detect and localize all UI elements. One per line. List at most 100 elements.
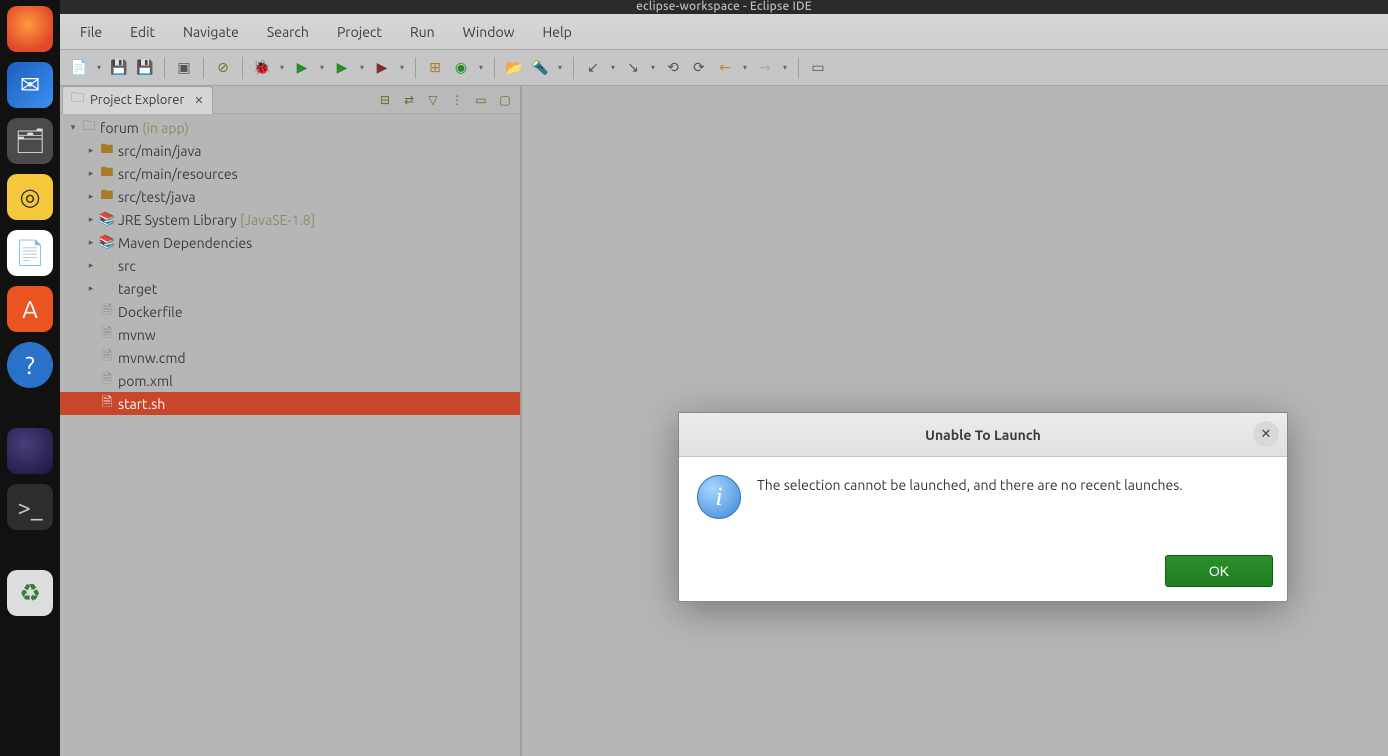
tree-item-label: pom.xml [116,373,173,389]
tree-item-src-test-java[interactable]: ▸ 🖿 src/test/java [60,185,520,208]
dock-trash[interactable]: ♻ [7,570,53,616]
chevron-right-icon[interactable]: ▸ [84,214,98,225]
file-icon: 🗎 [98,301,116,323]
menu-project[interactable]: Project [327,20,392,44]
search-type-dropdown[interactable]: ▾ [555,63,565,72]
menu-window[interactable]: Window [453,20,525,44]
project-explorer-icon: 🗀 [71,89,84,111]
tree-item-src[interactable]: ▸ 🗀 src [60,254,520,277]
tree-root-forum[interactable]: ▾ 🗀 forum (in app) [60,116,520,139]
run-dropdown[interactable]: ▾ [317,63,327,72]
menu-edit[interactable]: Edit [120,20,165,44]
dock-terminal[interactable]: >_ [7,484,53,530]
dock-eclipse[interactable] [7,428,53,474]
perspective-icon[interactable]: ▭ [807,57,829,79]
nav-fwd-dropdown[interactable]: ▾ [780,63,790,72]
nav-fwd-icon[interactable]: → [754,57,776,79]
tree-item-start-sh[interactable]: 🗎 start.sh [60,392,520,415]
last-edit-icon[interactable]: ↙ [582,57,604,79]
coverage-dropdown[interactable]: ▾ [357,63,367,72]
folder-icon: 🗀 [98,255,116,277]
open-type-icon[interactable]: 📂 [503,57,525,79]
view-toolbar: ⊟ ⇄ ▽ ⋮ ▭ ▢ [376,91,520,109]
back-edit-icon[interactable]: ⟲ [662,57,684,79]
dock-firefox[interactable] [7,6,53,52]
tree-item-label: src/main/resources [116,166,238,182]
tree-item-label: mvnw.cmd [116,350,186,366]
tree-item-jre[interactable]: ▸ 📚 JRE System Library [JavaSE-1.8] [60,208,520,231]
new-class-dropdown[interactable]: ▾ [476,63,486,72]
view-menu-icon[interactable]: ⋮ [448,91,466,109]
tree-item-label: start.sh [116,396,165,412]
debug-icon[interactable]: 🐞 [251,57,273,79]
link-editor-icon[interactable]: ⇄ [400,91,418,109]
tree-item-label: JRE System Library [118,212,237,228]
new-package-icon[interactable]: ⊞ [424,57,446,79]
next-annot-icon[interactable]: ↘ [622,57,644,79]
menu-run[interactable]: Run [400,20,445,44]
tree-item-pom-xml[interactable]: 🗎 pom.xml [60,369,520,392]
tree-item-src-main-java[interactable]: ▸ 🖿 src/main/java [60,139,520,162]
tree-item-label: src/test/java [116,189,196,205]
close-view-icon[interactable]: ✕ [194,94,203,107]
menu-navigate[interactable]: Navigate [173,20,249,44]
dialog-titlebar[interactable]: Unable To Launch ✕ [679,413,1287,457]
run-icon[interactable]: ▶ [291,57,313,79]
collapse-all-icon[interactable]: ⊟ [376,91,394,109]
ok-button[interactable]: OK [1165,555,1273,587]
dialog-title: Unable To Launch [925,427,1041,443]
nav-back-icon[interactable]: ← [714,57,736,79]
dock-thunderbird[interactable]: ✉ [7,62,53,108]
debug-dropdown[interactable]: ▾ [277,63,287,72]
menu-search[interactable]: Search [257,20,319,44]
tree-item-dockerfile[interactable]: 🗎 Dockerfile [60,300,520,323]
tree-item-src-main-resources[interactable]: ▸ 🖿 src/main/resources [60,162,520,185]
chevron-right-icon[interactable]: ▸ [84,260,98,271]
ext-tools-dropdown[interactable]: ▾ [397,63,407,72]
tree-root-qualifier: (in app) [142,120,189,136]
new-class-icon[interactable]: ◉ [450,57,472,79]
skip-breakpoints-icon[interactable]: ⊘ [212,57,234,79]
info-icon: i [697,475,741,519]
minimize-view-icon[interactable]: ▭ [472,91,490,109]
dock-software[interactable]: A [7,286,53,332]
tree-item-mvnw[interactable]: 🗎 mvnw [60,323,520,346]
chevron-right-icon[interactable]: ▸ [84,237,98,248]
close-icon[interactable]: ✕ [1253,421,1279,447]
chevron-right-icon[interactable]: ▸ [84,168,98,179]
terminal-icon[interactable]: ▣ [173,57,195,79]
new-icon[interactable]: 📄 [68,57,90,79]
chevron-down-icon[interactable]: ▾ [66,122,80,133]
save-icon[interactable]: 💾 [108,57,130,79]
dialog-unable-to-launch: Unable To Launch ✕ i The selection canno… [678,412,1288,602]
menu-file[interactable]: File [70,20,112,44]
coverage-icon[interactable]: ▶ [331,57,353,79]
dock-files[interactable]: 🗂 [7,118,53,164]
nav-back-dropdown[interactable]: ▾ [740,63,750,72]
eclipse-window: eclipse-workspace - Eclipse IDE File Edi… [60,0,1388,756]
chevron-right-icon[interactable]: ▸ [84,191,98,202]
menu-help[interactable]: Help [533,20,582,44]
chevron-right-icon[interactable]: ▸ [84,145,98,156]
tree-item-target[interactable]: ▸ 🗀 target [60,277,520,300]
last-edit-dropdown[interactable]: ▾ [608,63,618,72]
next-annot-dropdown[interactable]: ▾ [648,63,658,72]
fwd-edit-icon[interactable]: ⟳ [688,57,710,79]
project-tree[interactable]: ▾ 🗀 forum (in app) ▸ 🖿 src/main/java ▸ 🖿… [60,114,520,756]
tree-item-label: Maven Dependencies [116,235,252,251]
filter-icon[interactable]: ▽ [424,91,442,109]
project-explorer-tab[interactable]: 🗀 Project Explorer ✕ [62,86,213,114]
tree-item-mvnw-cmd[interactable]: 🗎 mvnw.cmd [60,346,520,369]
file-icon: 🗎 [98,324,116,346]
dock-writer[interactable]: 📄 [7,230,53,276]
window-titlebar: eclipse-workspace - Eclipse IDE [60,0,1388,14]
chevron-right-icon[interactable]: ▸ [84,283,98,294]
maximize-view-icon[interactable]: ▢ [496,91,514,109]
search-type-icon[interactable]: 🔦 [529,57,551,79]
dock-rhythmbox[interactable]: ◎ [7,174,53,220]
tree-item-maven-deps[interactable]: ▸ 📚 Maven Dependencies [60,231,520,254]
ext-tools-icon[interactable]: ▶ [371,57,393,79]
save-all-icon[interactable]: 💾 [134,57,156,79]
dock-help[interactable]: ? [7,342,53,388]
new-dropdown[interactable]: ▾ [94,63,104,72]
